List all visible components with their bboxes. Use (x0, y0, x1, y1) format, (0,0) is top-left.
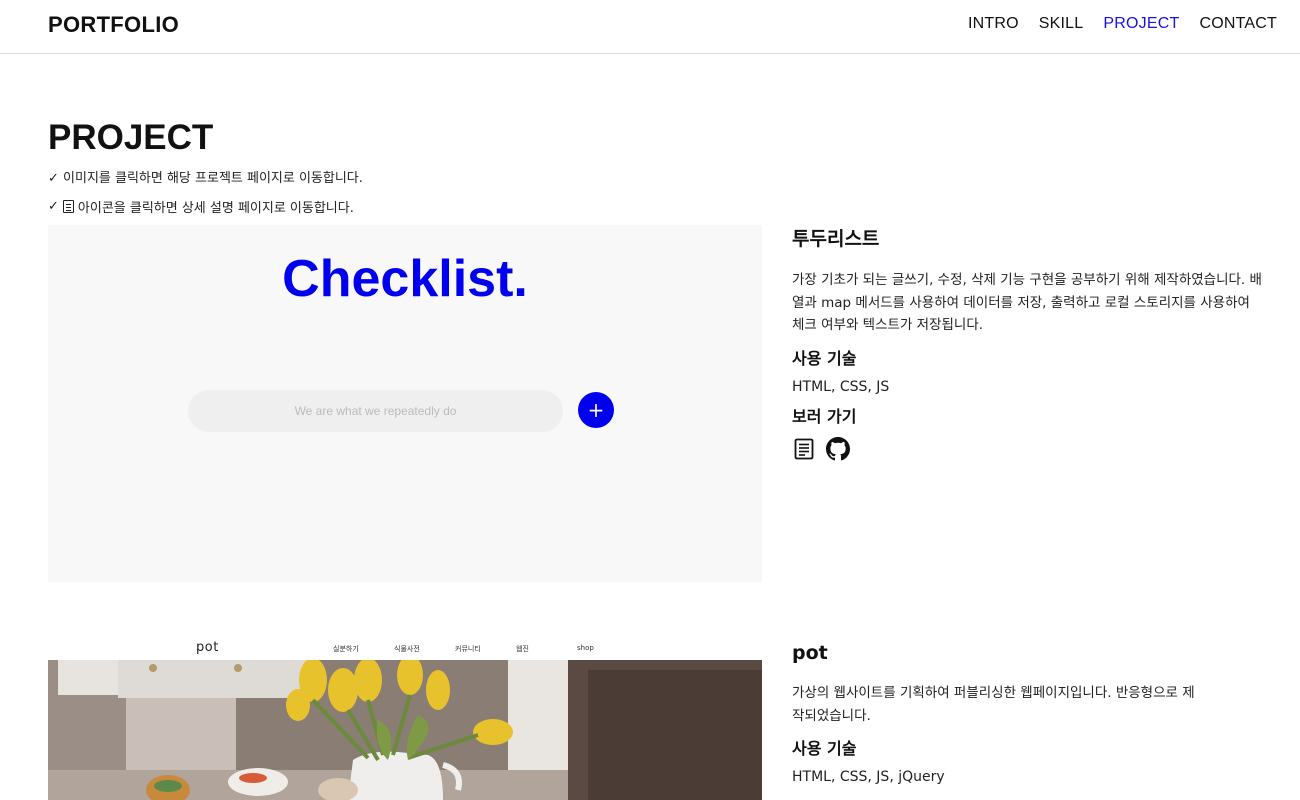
pot-menu-item: shop (577, 644, 594, 652)
tech-heading: 사용 기술 (792, 739, 857, 758)
tech-list: HTML, CSS, JS (792, 378, 890, 395)
pot-hero-photo (48, 660, 762, 800)
github-icon[interactable] (826, 436, 850, 461)
pot-preview-header: pot 실분하기 식물사전 커뮤니티 웹진 shop (48, 638, 762, 660)
project-links (792, 436, 1272, 461)
site-logo[interactable]: PORTFOLIO (48, 12, 179, 38)
pot-menu: 실분하기 식물사전 커뮤니티 웹진 shop (333, 644, 638, 654)
preview-todo-input: We are what we repeatedly do (188, 390, 563, 432)
pot-logo: pot (196, 640, 219, 655)
pot-menu-item: 식물사전 (394, 645, 420, 653)
tech-heading: 사용 기술 (792, 348, 857, 368)
project-description: 가상의 웹사이트를 기획하여 퍼블리싱한 웹페이지입니다. 반응형으로 제작되었… (792, 685, 1195, 724)
document-icon (62, 200, 74, 213)
site-header: PORTFOLIO INTRO SKILL PROJECT CONTACT (0, 0, 1300, 54)
hint-image-click: ✓ 이미지를 클릭하면 해당 프로젝트 페이지로 이동합니다. (48, 167, 363, 186)
plus-icon: + (578, 392, 614, 428)
pot-menu-item: 실분하기 (333, 645, 359, 653)
nav-skill[interactable]: SKILL (1039, 15, 1084, 33)
project-info-pot: pot 가상의 웹사이트를 기획하여 퍼블리싱한 웹페이지입니다. 반응형으로 … (792, 642, 1272, 793)
project-description: 가장 기초가 되는 글쓰기, 수정, 삭제 기능 구현을 공부하기 위해 제작하… (792, 272, 1262, 333)
hint-image-click-text: ✓ 이미지를 클릭하면 해당 프로젝트 페이지로 이동합니다. (48, 171, 363, 186)
tech-list: HTML, CSS, JS, jQuery (792, 769, 945, 785)
links-heading: 보러 가기 (792, 406, 857, 426)
project-preview-todolist[interactable]: Checklist. We are what we repeatedly do … (48, 225, 762, 582)
document-icon[interactable] (792, 437, 816, 461)
nav-project[interactable]: PROJECT (1103, 15, 1179, 33)
section-title: PROJECT (48, 118, 214, 157)
project-name: 투두리스트 (792, 228, 880, 250)
preview-checklist-title: Checklist. (282, 250, 528, 308)
nav-contact[interactable]: CONTACT (1199, 15, 1277, 33)
hint-icon-click: ✓ 아이콘을 클릭하면 상세 설명 페이지로 이동합니다. (48, 197, 354, 216)
nav-intro[interactable]: INTRO (968, 15, 1019, 33)
pot-menu-item: 웹진 (516, 645, 529, 653)
project-preview-pot[interactable]: pot 실분하기 식물사전 커뮤니티 웹진 shop (48, 638, 762, 800)
pot-menu-item: 커뮤니티 (455, 645, 481, 653)
project-info-todolist: 투두리스트 가장 기초가 되는 글쓰기, 수정, 삭제 기능 구현을 공부하기 … (792, 224, 1272, 461)
project-name: pot (792, 642, 828, 664)
check-mark: ✓ (48, 199, 59, 214)
hint-icon-click-text: 아이콘을 클릭하면 상세 설명 페이지로 이동합니다. (77, 201, 354, 216)
main-nav: INTRO SKILL PROJECT CONTACT (968, 15, 1277, 33)
